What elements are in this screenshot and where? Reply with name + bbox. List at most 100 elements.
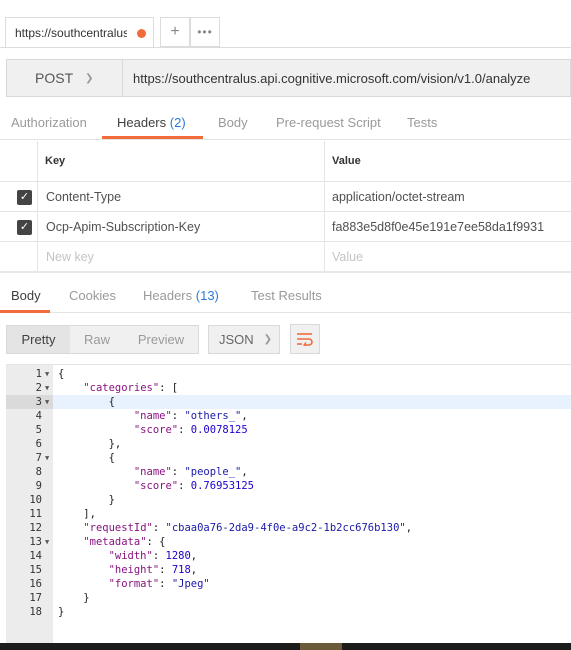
- line-number: 13: [29, 536, 42, 548]
- line-number: 17: [29, 592, 42, 604]
- format-select[interactable]: JSON ❯: [208, 325, 280, 354]
- request-tab-strip: https://southcentralus + •••: [0, 0, 571, 48]
- line-number: 3: [35, 396, 42, 408]
- code-line: 11 ],: [6, 507, 571, 521]
- tab-test-results[interactable]: Test Results: [251, 288, 322, 303]
- fold-toggle-icon[interactable]: ▼: [45, 451, 49, 465]
- code-line: 6 },: [6, 437, 571, 451]
- fold-toggle-icon[interactable]: ▼: [45, 395, 49, 409]
- taskbar: [0, 643, 571, 650]
- code-line: 4 "name": "others_",: [6, 409, 571, 423]
- table-row: ✓ Content-Type application/octet-stream: [0, 182, 571, 212]
- url-input[interactable]: https://southcentralus.api.cognitive.mic…: [123, 71, 530, 86]
- header-key-cell[interactable]: Ocp-Apim-Subscription-Key: [46, 212, 200, 241]
- code-line: 18}: [6, 605, 571, 619]
- headers-table: Key Value ✓ Content-Type application/oct…: [0, 141, 571, 272]
- line-number: 9: [35, 480, 42, 492]
- tab-headers[interactable]: Headers (2): [117, 115, 186, 130]
- raw-button[interactable]: Raw: [70, 326, 124, 353]
- divider: [324, 242, 325, 271]
- tab-tests[interactable]: Tests: [407, 115, 437, 130]
- response-tabs: Body Cookies Headers (13) Test Results: [0, 273, 571, 313]
- code-line: 1 ▼ {: [6, 367, 571, 381]
- code-text: }: [108, 494, 115, 506]
- preview-button[interactable]: Preview: [124, 326, 198, 353]
- line-number: 14: [29, 550, 42, 562]
- chevron-down-icon: ❯: [263, 334, 273, 345]
- request-tab-title: https://southcentralus: [15, 26, 127, 40]
- pretty-button[interactable]: Pretty: [7, 326, 70, 353]
- value-column-header: Value: [332, 155, 361, 167]
- code-line: 13 ▼ "metadata": {: [6, 535, 571, 549]
- divider: [37, 182, 38, 211]
- table-row: ✓ Ocp-Apim-Subscription-Key fa883e5d8f0e…: [0, 212, 571, 242]
- code-line: 10 }: [6, 493, 571, 507]
- tab-headers-count: (2): [169, 115, 186, 130]
- wrap-lines-button[interactable]: [290, 324, 320, 354]
- code-line: 9 "score": 0.76953125: [6, 479, 571, 493]
- active-tab-indicator: [0, 310, 50, 313]
- code-text: ],: [83, 508, 96, 520]
- tab-headers-label: Headers: [117, 115, 167, 130]
- code-text: {: [58, 368, 65, 380]
- tab-response-headers[interactable]: Headers (13): [143, 288, 219, 303]
- method-select[interactable]: POST ❯: [7, 60, 123, 96]
- code-text: "name": "people_",: [133, 466, 248, 478]
- header-key-cell[interactable]: Content-Type: [46, 182, 121, 211]
- tab-response-body[interactable]: Body: [11, 288, 41, 303]
- unsaved-indicator-icon: [137, 28, 146, 38]
- code-text: "width": 1280,: [108, 550, 198, 562]
- fold-toggle-icon[interactable]: ▼: [45, 367, 49, 381]
- line-number: 4: [35, 410, 42, 422]
- code-text: },: [108, 438, 122, 450]
- code-line: 7 ▼ {: [6, 451, 571, 465]
- code-text: "score": 0.0078125: [133, 424, 248, 436]
- code-text: "score": 0.76953125: [133, 480, 254, 492]
- new-value-input[interactable]: Value: [332, 242, 363, 271]
- divider: [324, 182, 325, 211]
- method-label: POST: [35, 70, 74, 86]
- view-mode-group: Pretty Raw Preview: [6, 325, 199, 354]
- header-enabled-checkbox[interactable]: ✓: [17, 220, 32, 235]
- code-text: "categories": [: [83, 382, 179, 394]
- header-value-cell[interactable]: application/octet-stream: [332, 182, 465, 211]
- tab-body[interactable]: Body: [218, 115, 248, 130]
- code-text: }: [58, 606, 65, 618]
- code-text: }: [83, 592, 90, 604]
- code-line: 15 "height": 718,: [6, 563, 571, 577]
- url-bar: POST ❯ https://southcentralus.api.cognit…: [6, 59, 571, 97]
- line-number: 5: [35, 424, 42, 436]
- code-line: 5 "score": 0.0078125: [6, 423, 571, 437]
- tab-cookies[interactable]: Cookies: [69, 288, 116, 303]
- more-tabs-button[interactable]: •••: [190, 17, 220, 47]
- line-number: 7: [35, 452, 42, 464]
- tab-pre-request-script[interactable]: Pre-request Script: [276, 115, 381, 130]
- code-text: "height": 718,: [108, 564, 198, 576]
- line-number: 1: [35, 368, 42, 380]
- code-line: 17 }: [6, 591, 571, 605]
- tab-response-headers-count: (13): [195, 288, 219, 303]
- divider: [0, 47, 571, 48]
- code-line: 16 "format": "Jpeg": [6, 577, 571, 591]
- line-number: 2: [35, 382, 42, 394]
- line-number: 16: [29, 578, 42, 590]
- code-text: "metadata": {: [83, 536, 166, 548]
- fold-toggle-icon[interactable]: ▼: [45, 381, 49, 395]
- header-value-cell[interactable]: fa883e5d8f0e45e191e7ee58da1f9931: [332, 212, 544, 241]
- response-body-editor[interactable]: 1 ▼{2 ▼ "categories": [3 ▼ {4 "name": "othe…: [6, 364, 571, 643]
- line-number: 15: [29, 564, 42, 576]
- request-tab[interactable]: https://southcentralus: [5, 17, 154, 48]
- new-tab-button[interactable]: +: [160, 17, 190, 47]
- fold-toggle-icon[interactable]: ▼: [45, 535, 49, 549]
- divider: [324, 212, 325, 241]
- code-text: "name": "others_",: [133, 410, 248, 422]
- header-enabled-checkbox[interactable]: ✓: [17, 190, 32, 205]
- tab-authorization[interactable]: Authorization: [11, 115, 87, 130]
- line-number: 10: [29, 494, 42, 506]
- new-key-input[interactable]: New key: [46, 242, 94, 271]
- code-line: 3 ▼ {: [36, 395, 571, 409]
- code-line: 12 "requestId": "cbaa0a76-2da9-4f0e-a9c2…: [6, 521, 571, 535]
- wrap-lines-icon: [297, 333, 313, 346]
- divider: [37, 212, 38, 241]
- code-line: 14 "width": 1280,: [6, 549, 571, 563]
